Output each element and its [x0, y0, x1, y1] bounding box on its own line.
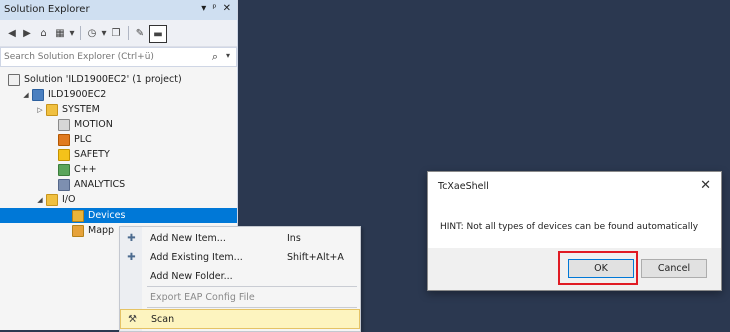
- safety-icon: [58, 148, 70, 161]
- mappings-icon: [72, 224, 84, 237]
- copy-icon[interactable]: ❐: [110, 25, 122, 41]
- menu-item-shortcut: Shift+Alt+A: [287, 252, 344, 263]
- devices-icon: [72, 209, 84, 222]
- tree-item-label: SAFETY: [74, 149, 110, 160]
- menu-item-shortcut: Ins: [287, 233, 301, 244]
- close-icon[interactable]: ✕: [223, 3, 231, 14]
- motion-icon: [58, 118, 70, 131]
- tree-item-label: MOTION: [74, 119, 113, 130]
- dialog-footer: OK Cancel: [428, 248, 721, 290]
- expanded-arrow-icon[interactable]: ◢: [20, 91, 32, 99]
- tree-item-label: Mapp: [88, 225, 115, 236]
- dialog-message: HINT: Not all types of devices can be fo…: [440, 222, 699, 232]
- tree-item-label: ILD1900EC2: [48, 89, 107, 100]
- tree-item-label: ANALYTICS: [74, 179, 126, 190]
- menu-item-scan[interactable]: ⚒ Scan: [120, 309, 360, 329]
- menu-item-label: Add New Item...: [150, 233, 226, 244]
- close-icon[interactable]: ✕: [700, 178, 711, 193]
- tree-item-mappings[interactable]: Mapp: [72, 223, 114, 238]
- tree-item-label: I/O: [62, 194, 76, 205]
- tree-item-label: SYSTEM: [62, 104, 100, 115]
- cancel-button[interactable]: Cancel: [641, 259, 707, 278]
- search-icon[interactable]: ⌕: [212, 50, 218, 64]
- menu-separator: [147, 307, 357, 308]
- ok-button[interactable]: OK: [568, 259, 634, 278]
- menu-item-export-eap-config[interactable]: Export EAP Config File: [120, 288, 360, 308]
- solution-explorer-toolbar: ◀ ▶ ⌂ ▦ ▾ ◷ ▾ ❐ ✎ ▬: [0, 20, 237, 47]
- dialog-titlebar: TcXaeShell ✕: [428, 172, 721, 202]
- menu-item-label: Export EAP Config File: [150, 292, 255, 303]
- forward-icon[interactable]: ▶: [21, 25, 33, 41]
- add-new-item-icon: ✚: [127, 233, 136, 244]
- tree-item-io[interactable]: ◢ I/O: [34, 192, 75, 207]
- solution-icon: [8, 73, 20, 86]
- plc-icon: [58, 133, 70, 146]
- tree-item-label: C++: [74, 164, 97, 175]
- tree-item-plc[interactable]: PLC: [58, 132, 92, 147]
- properties-wrench-icon[interactable]: ✎: [133, 25, 147, 41]
- history-icon[interactable]: ◷: [86, 25, 98, 41]
- cpp-icon: [58, 163, 70, 176]
- system-icon: [46, 103, 58, 116]
- tree-item-label: Solution 'ILD1900EC2' (1 project): [24, 74, 182, 85]
- toolbar-divider: [80, 26, 81, 40]
- collapsed-arrow-icon[interactable]: ▷: [34, 106, 46, 114]
- dropdown-icon[interactable]: ▾: [201, 3, 206, 14]
- tree-item-label: Devices: [88, 210, 126, 221]
- tree-item-motion[interactable]: MOTION: [58, 117, 113, 132]
- pin-icon[interactable]: ᵖ: [212, 3, 216, 14]
- chevron-down-icon[interactable]: ▾: [226, 51, 230, 60]
- dialog-body: HINT: Not all types of devices can be fo…: [428, 202, 721, 248]
- back-icon[interactable]: ◀: [6, 25, 18, 41]
- scan-icon: ⚒: [128, 314, 137, 325]
- tree-item-label: PLC: [74, 134, 92, 145]
- menu-item-label: Add New Folder...: [150, 271, 233, 282]
- menu-item-label: Add Existing Item...: [150, 252, 243, 263]
- switch-views-icon[interactable]: ▦: [53, 25, 67, 41]
- dialog-title: TcXaeShell: [438, 181, 489, 192]
- tree-item-safety[interactable]: SAFETY: [58, 147, 110, 162]
- preview-icon[interactable]: ▬: [149, 25, 167, 43]
- tree-item-project[interactable]: ◢ ILD1900EC2: [20, 87, 106, 102]
- context-menu: ✚ Add New Item... Ins ✚ Add Existing Ite…: [119, 226, 361, 332]
- toolbar-divider: [128, 26, 129, 40]
- project-icon: [32, 88, 44, 101]
- io-icon: [46, 193, 58, 206]
- menu-item-label: Scan: [151, 314, 175, 325]
- solution-explorer-title: Solution Explorer: [4, 4, 90, 15]
- search-input[interactable]: [4, 50, 204, 63]
- hint-dialog: TcXaeShell ✕ HINT: Not all types of devi…: [427, 171, 722, 291]
- add-existing-item-icon: ✚: [127, 252, 136, 263]
- solution-explorer-titlebar: Solution Explorer ▾ ᵖ ✕: [0, 0, 237, 20]
- chevron-down-icon[interactable]: ▾: [68, 25, 76, 41]
- tree-item-cpp[interactable]: C++: [58, 162, 97, 177]
- search-box: ⌕ ▾: [0, 47, 237, 67]
- tree-item-analytics[interactable]: ANALYTICS: [58, 177, 125, 192]
- menu-separator: [147, 286, 357, 287]
- expanded-arrow-icon[interactable]: ◢: [34, 196, 46, 204]
- menu-item-add-existing-item[interactable]: ✚ Add Existing Item... Shift+Alt+A: [120, 248, 360, 268]
- menu-item-add-new-item[interactable]: ✚ Add New Item... Ins: [120, 229, 360, 249]
- analytics-icon: [58, 178, 70, 191]
- home-icon[interactable]: ⌂: [37, 25, 50, 41]
- tree-item-system[interactable]: ▷ SYSTEM: [34, 102, 100, 117]
- tree-item-devices[interactable]: Devices: [0, 208, 237, 223]
- chevron-down-icon[interactable]: ▾: [100, 25, 108, 41]
- menu-item-add-new-folder[interactable]: Add New Folder...: [120, 267, 360, 287]
- titlebar-buttons: ▾ ᵖ ✕: [201, 3, 231, 14]
- tree-item-solution[interactable]: Solution 'ILD1900EC2' (1 project): [8, 72, 182, 87]
